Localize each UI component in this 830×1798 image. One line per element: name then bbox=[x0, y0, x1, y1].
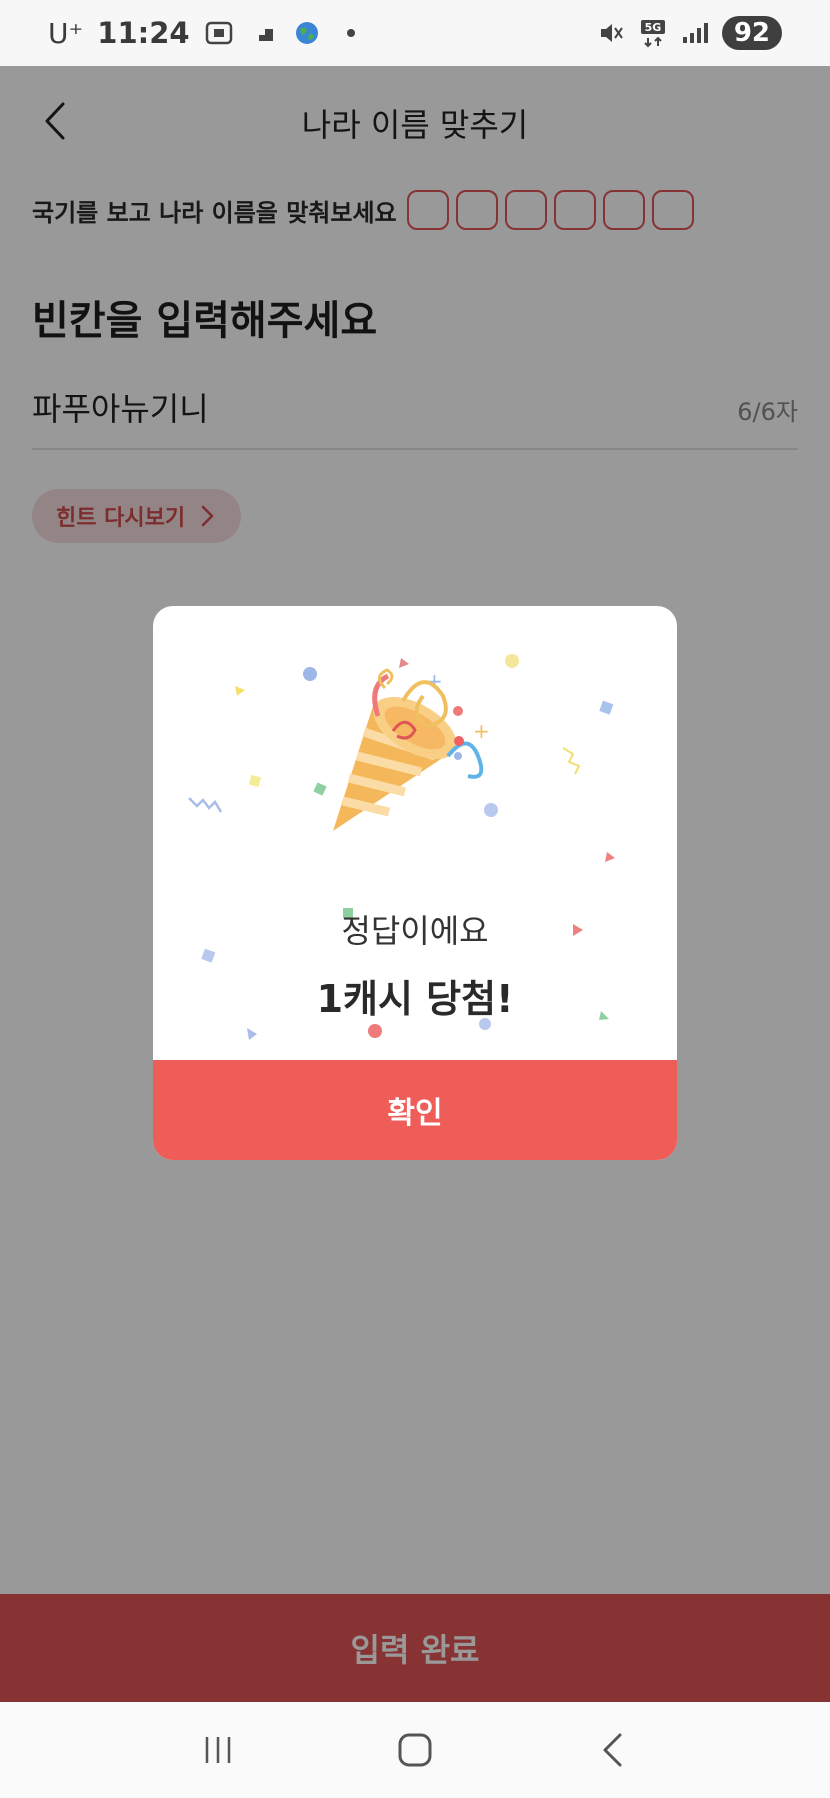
svg-text:+: + bbox=[473, 719, 490, 743]
signal-icon bbox=[680, 18, 710, 48]
globe-icon bbox=[292, 18, 322, 48]
system-back-icon bbox=[603, 1733, 622, 1767]
screenshot-icon bbox=[204, 18, 234, 48]
battery-indicator: 92 bbox=[721, 16, 782, 50]
confirm-button[interactable]: 확인 bbox=[153, 1060, 677, 1160]
status-left: U⁺ 11:24 bbox=[48, 16, 366, 50]
confirm-label: 확인 bbox=[387, 1096, 443, 1131]
status-bar: U⁺ 11:24 5G 92 bbox=[0, 0, 830, 66]
recent-apps-button[interactable] bbox=[188, 1720, 248, 1780]
modal-message: 정답이에요 bbox=[341, 912, 489, 950]
modal-prize: 1캐시 당첨! bbox=[316, 977, 514, 1021]
home-icon bbox=[398, 1733, 432, 1767]
status-right: 5G 92 bbox=[596, 16, 782, 50]
recent-apps-icon bbox=[206, 1737, 231, 1763]
carrier-label: U⁺ bbox=[48, 16, 84, 50]
network-5g-icon: 5G bbox=[638, 18, 668, 48]
notification-dot-icon bbox=[336, 18, 366, 48]
result-modal: + + 정답이에요 1캐시 당첨! 확인 bbox=[153, 606, 677, 1160]
status-time: 11:24 bbox=[97, 16, 190, 50]
system-nav-bar bbox=[0, 1702, 830, 1798]
mute-icon bbox=[596, 18, 626, 48]
stairs-icon bbox=[248, 18, 278, 48]
svg-text:5G: 5G bbox=[644, 21, 661, 34]
system-back-button[interactable] bbox=[582, 1720, 642, 1780]
home-button[interactable] bbox=[385, 1720, 445, 1780]
